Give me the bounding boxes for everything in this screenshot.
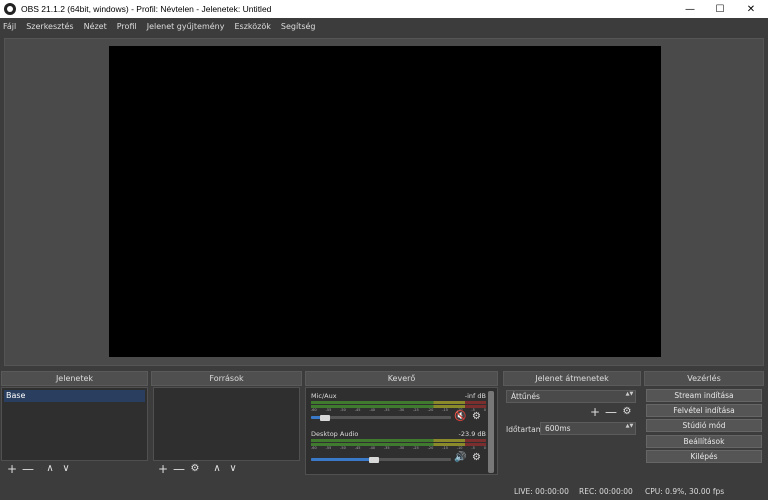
- move-scene-down-button[interactable]: ∨: [58, 462, 74, 476]
- transitions-dock-title: Jelenet átmenetek: [503, 371, 641, 386]
- menu-file[interactable]: Fájl: [3, 22, 16, 31]
- scene-item-base[interactable]: Base: [4, 390, 145, 402]
- transition-select-value: Áttűnés: [511, 392, 540, 401]
- scenes-list[interactable]: Base: [1, 387, 148, 461]
- menu-edit[interactable]: Szerkesztés: [26, 22, 73, 31]
- status-bar: LIVE: 00:00:00 REC: 00:00:00 CPU: 0.9%, …: [0, 484, 768, 500]
- remove-transition-button[interactable]: —: [603, 405, 619, 419]
- sources-list[interactable]: [153, 387, 300, 461]
- preview-area: [4, 38, 764, 366]
- add-transition-button[interactable]: +: [587, 405, 603, 419]
- studio-mode-button[interactable]: Stúdió mód: [646, 419, 762, 432]
- duration-spin-arrows-icon[interactable]: ▲▼: [625, 424, 634, 433]
- duration-spinbox[interactable]: 600ms ▲▼: [540, 422, 636, 435]
- cpu-status: CPU: 0.9%, 30.00 fps: [645, 487, 725, 496]
- desktop-audio-speaker-icon[interactable]: 🔊: [454, 453, 466, 463]
- menu-view[interactable]: Nézet: [84, 22, 107, 31]
- menu-tools[interactable]: Eszközök: [234, 22, 270, 31]
- source-properties-gear-icon[interactable]: ⚙: [187, 462, 203, 476]
- rec-status: REC: 00:00:00: [579, 487, 633, 496]
- duration-label: Időtartam: [506, 425, 544, 434]
- minimize-button[interactable]: —: [673, 0, 707, 18]
- start-recording-button[interactable]: Felvétel indítása: [646, 404, 762, 417]
- desktop-audio-channel-name: Desktop Audio: [311, 430, 359, 438]
- remove-source-button[interactable]: —: [171, 462, 187, 476]
- mic-aux-channel-name: Mic/Aux: [311, 392, 337, 400]
- desktop-audio-db-readout: -23.9 dB: [458, 430, 486, 438]
- title-bar: OBS 21.1.2 (64bit, windows) - Profil: Né…: [0, 0, 768, 18]
- menu-profile[interactable]: Profil: [117, 22, 137, 31]
- transition-select[interactable]: Áttűnés ▲▼: [506, 390, 636, 403]
- obs-logo-icon: [4, 3, 16, 15]
- mic-aux-meter: [311, 401, 486, 404]
- preview-canvas[interactable]: [109, 46, 661, 357]
- mic-aux-volume-slider[interactable]: [311, 414, 451, 421]
- desktop-audio-volume-handle[interactable]: [369, 456, 379, 463]
- sources-toolbar: + — ⚙ ∧ ∨: [155, 462, 241, 476]
- settings-button[interactable]: Beállítások: [646, 435, 762, 448]
- mic-aux-gear-icon[interactable]: ⚙: [472, 412, 481, 422]
- desktop-audio-meter: [311, 439, 486, 442]
- scenes-dock-title: Jelenetek: [1, 371, 148, 386]
- scenes-toolbar: + — ∧ ∨: [4, 462, 74, 476]
- move-scene-up-button[interactable]: ∧: [42, 462, 58, 476]
- start-streaming-button[interactable]: Stream indítása: [646, 389, 762, 402]
- menu-help[interactable]: Segítség: [281, 22, 316, 31]
- mixer-dock-title: Keverő: [305, 371, 498, 386]
- desktop-audio-gear-icon[interactable]: ⚙: [472, 453, 481, 463]
- mic-aux-muted-speaker-icon[interactable]: 🔇: [454, 412, 466, 422]
- audio-mixer: Mic/Aux -inf dB -60 -55 -50 -45 -40 -35 -30 -25…: [305, 387, 498, 475]
- remove-scene-button[interactable]: —: [20, 462, 36, 476]
- live-status: LIVE: 00:00:00: [514, 487, 569, 496]
- duration-value: 600ms: [545, 424, 571, 433]
- move-source-up-button[interactable]: ∧: [209, 462, 225, 476]
- close-button[interactable]: ✕: [734, 0, 768, 18]
- menu-bar: Fájl Szerkesztés Nézet Profil Jelenet gy…: [0, 18, 768, 35]
- add-source-button[interactable]: +: [155, 462, 171, 476]
- desktop-audio-volume-fill: [311, 458, 374, 461]
- transition-properties-gear-icon[interactable]: ⚙: [619, 405, 635, 419]
- exit-button[interactable]: Kilépés: [646, 450, 762, 463]
- add-scene-button[interactable]: +: [4, 462, 20, 476]
- desktop-audio-volume-slider[interactable]: [311, 456, 451, 463]
- controls-dock-title: Vezérlés: [644, 371, 764, 386]
- mic-aux-db-readout: -inf dB: [464, 392, 486, 400]
- sources-dock-title: Források: [151, 371, 302, 386]
- menu-scene-collection[interactable]: Jelenet gyűjtemény: [147, 22, 225, 31]
- transitions-toolbar: + — ⚙: [587, 405, 635, 419]
- window-title: OBS 21.1.2 (64bit, windows) - Profil: Né…: [21, 4, 272, 14]
- maximize-button[interactable]: ☐: [703, 0, 737, 18]
- mixer-scrollbar[interactable]: [488, 391, 494, 473]
- mic-aux-volume-handle[interactable]: [320, 414, 330, 421]
- move-source-down-button[interactable]: ∨: [225, 462, 241, 476]
- transition-select-arrow-icon: ▲▼: [625, 391, 634, 397]
